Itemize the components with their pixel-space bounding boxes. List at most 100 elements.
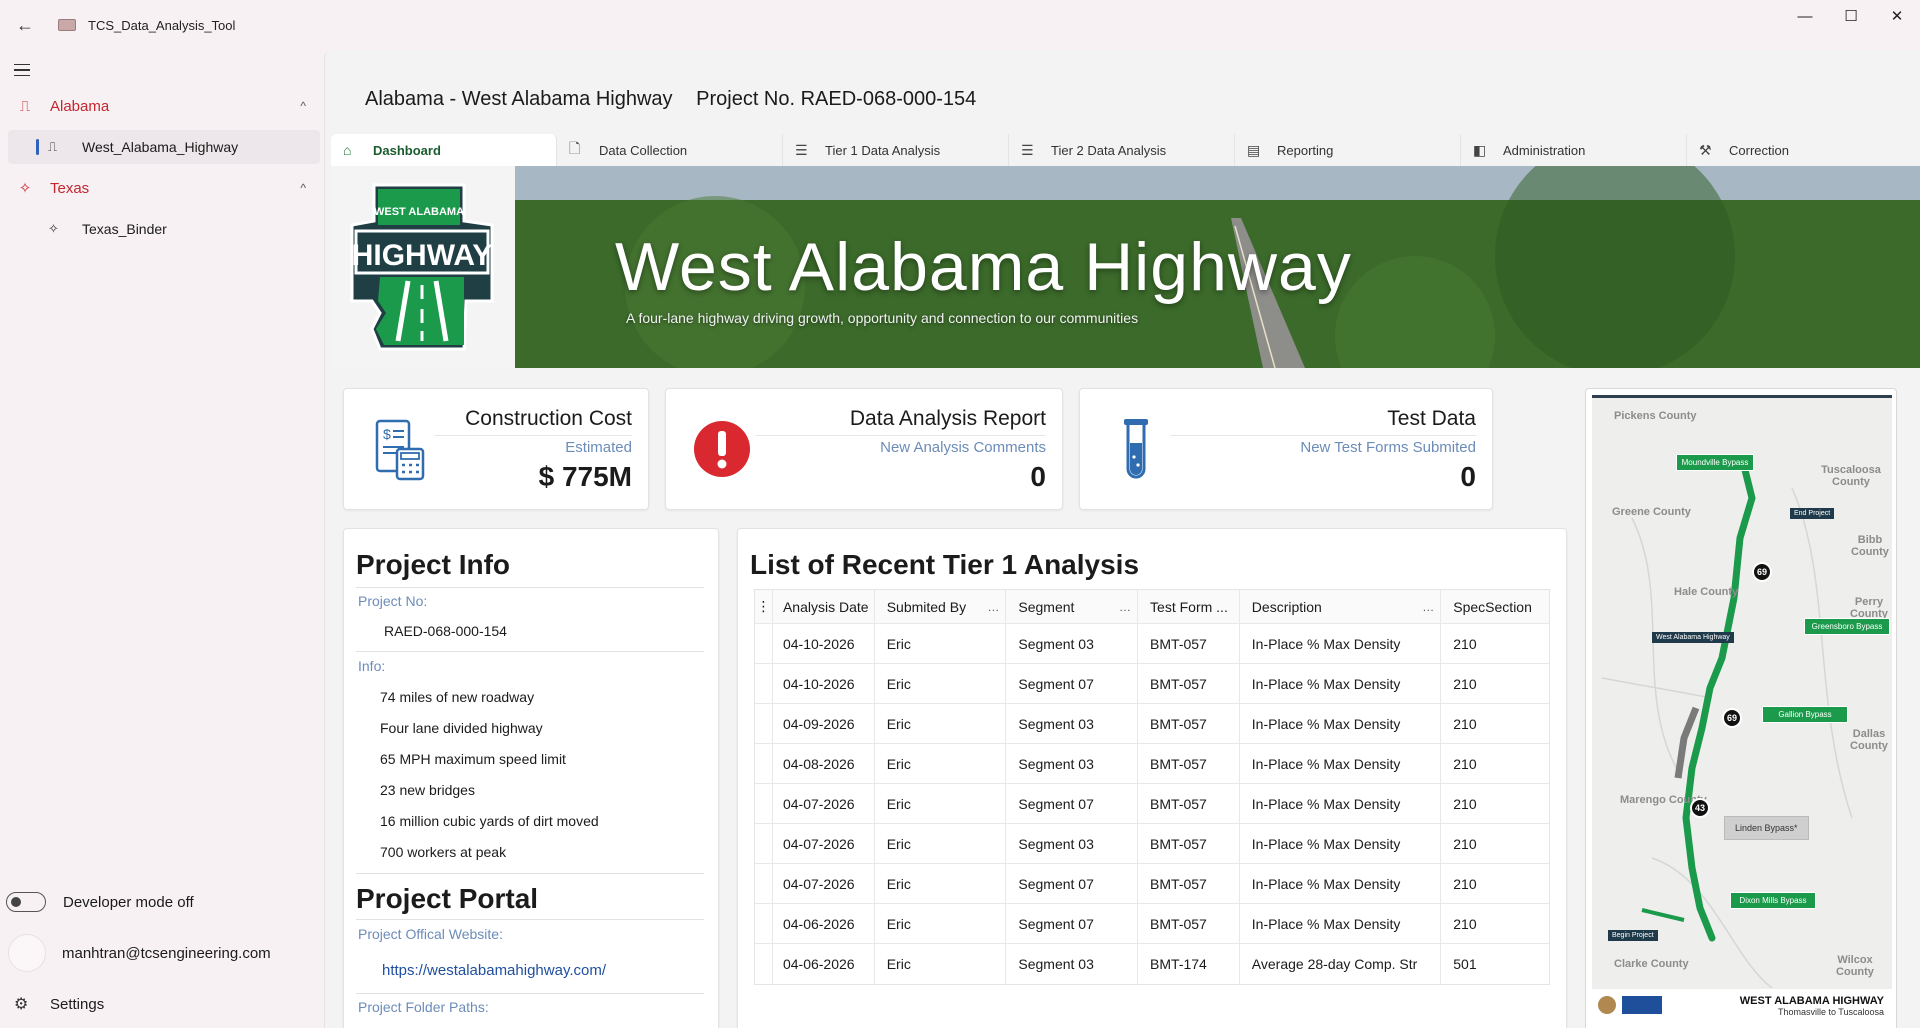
hamburger-menu-icon[interactable] — [14, 58, 38, 82]
toggle-switch[interactable] — [6, 892, 46, 912]
tab-tier2-analysis[interactable]: ☰ Tier 2 Data Analysis — [1009, 134, 1235, 166]
map-footer: WEST ALABAMA HIGHWAY Thomasville to Tusc… — [1592, 991, 1892, 1019]
info-line: Four lane divided highway — [380, 720, 543, 736]
tab-label: Data Collection — [599, 142, 688, 158]
table-row[interactable]: 04-10-2026 Eric Segment 07 BMT-057 In-Place … — [755, 664, 1549, 704]
sidebar-group-alabama[interactable]: ⎍ Alabama ^ — [8, 88, 320, 124]
alert-icon — [692, 419, 752, 479]
developer-mode-toggle[interactable]: Developer mode off — [6, 892, 194, 912]
table-cell: 04-06-2026 — [773, 904, 875, 943]
column-header[interactable]: Description … — [1240, 590, 1442, 623]
bookmark-icon: ✧ — [18, 180, 32, 197]
sidebar-group-texas[interactable]: ✧ Texas ^ — [8, 170, 320, 206]
tab-tier1-analysis[interactable]: ☰ Tier 1 Data Analysis — [783, 134, 1009, 166]
bookmark-icon: ⎍ — [48, 139, 58, 154]
table-cell: Eric — [875, 904, 1007, 943]
table-row[interactable]: 04-09-2026 Eric Segment 03 BMT-057 In-Place … — [755, 704, 1549, 744]
sidebar-item-label: West_Alabama_Highway — [82, 139, 239, 155]
table-row[interactable]: 04-10-2026 Eric Segment 03 BMT-057 In-Place … — [755, 624, 1549, 664]
tab-label: Reporting — [1277, 142, 1334, 158]
table-cell: 210 — [1453, 835, 1477, 852]
column-header[interactable]: Test Form ... — [1138, 590, 1240, 623]
more-icon[interactable]: … — [1422, 600, 1434, 614]
column-header[interactable]: Analysis Date — [773, 590, 875, 623]
app-title: TCS_Data_Analysis_Tool — [88, 17, 236, 33]
table-cell: Eric — [875, 744, 1007, 783]
divider — [356, 919, 704, 920]
tab-reporting[interactable]: ▤ Reporting — [1235, 134, 1461, 166]
table-row[interactable]: 04-07-2026 Eric Segment 07 BMT-057 In-Place … — [755, 784, 1549, 824]
table-cell: Eric — [875, 944, 1007, 984]
account-item[interactable]: manhtran@tcsengineering.com — [8, 934, 271, 972]
chevron-up-icon[interactable]: ^ — [300, 181, 306, 195]
more-icon[interactable]: … — [1119, 600, 1131, 614]
table-cell: 210 — [1453, 755, 1477, 772]
column-header-label: Description — [1251, 598, 1322, 615]
county-label: Pickens County — [1614, 410, 1697, 422]
column-header[interactable]: Segment… — [1006, 590, 1139, 623]
table-row[interactable]: 04-06-2026 Eric Segment 03 BMT-174 Average 2… — [755, 944, 1549, 984]
tab-correction[interactable]: ⚒ Correction — [1687, 134, 1913, 166]
table-row[interactable]: 04-07-2026 Eric Segment 07 BMT-057 In-Place … — [755, 864, 1549, 904]
section-title: Project Portal — [356, 883, 539, 914]
close-icon[interactable]: ✕ — [1874, 0, 1920, 32]
county-label: Tuscaloosa County — [1821, 464, 1881, 488]
table-cell: BMT-057 — [1138, 704, 1240, 743]
table-row[interactable]: 04-08-2026 Eric Segment 03 BMT-057 In-Place … — [755, 744, 1549, 784]
column-menu-icon[interactable]: ⋮ — [755, 590, 773, 623]
sidebar-item-texas-binder[interactable]: ✧ Texas_Binder — [8, 212, 320, 246]
project-no-label: Project No: — [358, 593, 428, 609]
card-title: Test Data — [1387, 407, 1476, 430]
table-cell: 210 — [1453, 635, 1477, 652]
website-label: Project Offical Website: — [358, 926, 503, 942]
sidebar-item-west-alabama-highway[interactable]: ⎍ West_Alabama_Highway — [8, 130, 320, 164]
table-cell: 04-07-2026 — [773, 784, 875, 823]
column-header[interactable]: SpecSection — [1441, 590, 1549, 623]
row-gutter — [755, 824, 773, 863]
table-cell: BMT-057 — [1138, 864, 1240, 903]
table-row[interactable]: 04-06-2026 Eric Segment 07 BMT-057 In-Place … — [755, 904, 1549, 944]
website-link[interactable]: https://westalabamahighway.com/ — [382, 962, 606, 979]
county-label: Wilcox County — [1836, 954, 1874, 978]
info-label: Info: — [358, 658, 386, 674]
tab-dashboard[interactable]: ⌂ Dashboard — [331, 134, 557, 166]
divider — [756, 435, 1046, 436]
data-analysis-report-card[interactable]: Data Analysis Report New Analysis Commen… — [665, 388, 1063, 510]
row-gutter — [755, 664, 773, 703]
tab-label: Tier 2 Data Analysis — [1051, 142, 1167, 158]
table-cell: BMT-057 — [1138, 904, 1240, 943]
minimize-icon[interactable]: — — [1782, 0, 1828, 32]
table-cell: In-Place % Max Density — [1240, 704, 1442, 743]
recent-analysis-table: ⋮ Analysis Date Submited By … Segment … Te… — [754, 589, 1550, 985]
test-data-card[interactable]: Test Data New Test Forms Submited 0 — [1079, 388, 1493, 510]
highway-tag: West Alabama Highway — [1652, 632, 1734, 643]
back-icon[interactable]: ← — [0, 0, 50, 50]
maximize-icon[interactable]: ☐ — [1828, 0, 1874, 32]
county-label: Greene County — [1612, 506, 1691, 518]
table-body: 04-10-2026 Eric Segment 03 BMT-057 In-Place … — [755, 624, 1549, 984]
sidebar-group-label: Texas — [50, 179, 90, 197]
table-row[interactable]: 04-07-2026 Eric Segment 03 BMT-057 In-Place … — [755, 824, 1549, 864]
report-icon: ▤ — [1247, 141, 1261, 158]
table-cell: 04-07-2026 — [773, 824, 875, 863]
chevron-up-icon[interactable]: ^ — [300, 99, 306, 113]
table-cell: Average 28-day Comp. Str — [1240, 944, 1442, 984]
table-cell: In-Place % Max Density — [1240, 624, 1442, 663]
table-cell: 210 — [1453, 795, 1477, 812]
table-cell: BMT-057 — [1138, 624, 1240, 663]
more-icon[interactable]: … — [987, 600, 999, 614]
map-footer-text: WEST ALABAMA HIGHWAY Thomasville to Tusc… — [1740, 995, 1884, 1017]
project-number: Project No. RAED-068-000-154 — [696, 88, 977, 110]
card-title: Construction Cost — [465, 407, 632, 430]
tab-data-collection[interactable]: 🗋 Data Collection — [557, 134, 783, 166]
checklist-icon: ☰ — [1021, 141, 1034, 158]
row-gutter — [755, 624, 773, 663]
bypass-label: Moundville Bypass — [1676, 454, 1754, 471]
column-header[interactable]: Submited By… — [875, 590, 1007, 623]
info-line: 23 new bridges — [380, 782, 475, 798]
settings-item[interactable]: ⚙ Settings — [14, 994, 104, 1014]
table-cell: Segment 07 — [1006, 784, 1139, 823]
banner-photo: West Alabama Highway A four-lane highway… — [515, 166, 1920, 368]
tab-administration[interactable]: ◧ Administration — [1461, 134, 1687, 166]
highway-logo-icon: WEST ALABAMA HIGHWAY — [350, 183, 494, 351]
